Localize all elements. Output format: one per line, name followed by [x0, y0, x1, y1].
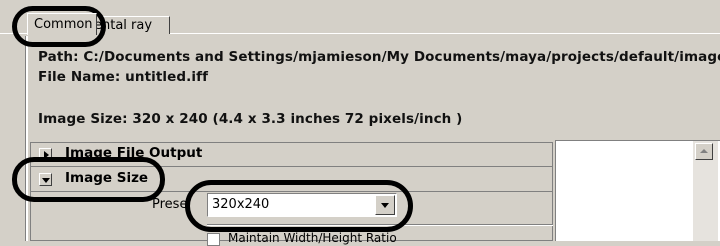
file-name-text: File Name: untitled.iff: [38, 69, 209, 85]
path-text: Path: C:/Documents and Settings/mjamieso…: [38, 49, 720, 65]
scroll-up-button[interactable]: [695, 143, 713, 160]
annotation-oval-image-size: [12, 157, 165, 202]
image-size-text: Image Size: 320 x 240 (4.4 x 3.3 inches …: [38, 111, 463, 127]
scroll-up-arrow-icon: [700, 149, 708, 153]
tab-common-label: Common: [34, 17, 93, 32]
preset-label: Prese: [152, 197, 188, 212]
maintain-ratio-checkbox[interactable]: [207, 233, 220, 246]
tab-mental-ray[interactable]: ental ray: [95, 16, 170, 34]
annotation-oval-preset: [185, 180, 413, 232]
panel-left-edge: [26, 36, 28, 241]
tab-common[interactable]: Common: [27, 13, 97, 35]
maintain-ratio-label: Maintain Width/Height Ratio: [228, 231, 397, 245]
